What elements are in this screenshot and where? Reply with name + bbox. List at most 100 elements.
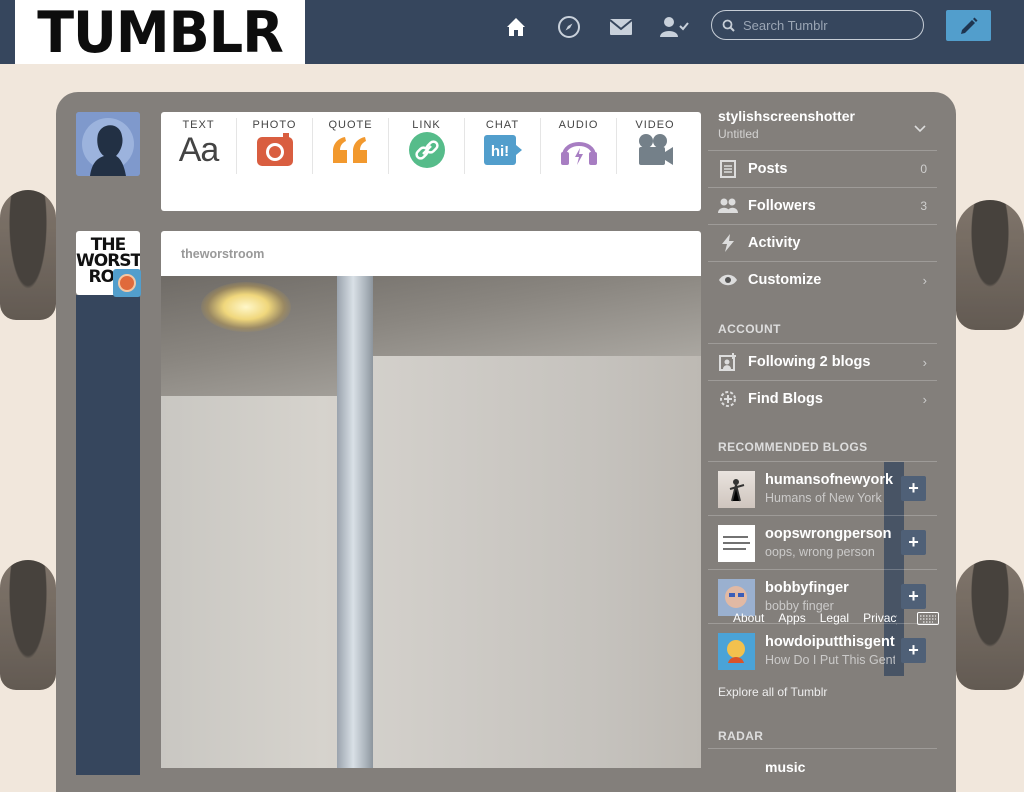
footer-link-privacy[interactable]: Privacy — [863, 611, 897, 625]
blog-name: oopswrongperson — [765, 526, 892, 542]
sidebar-item-label: Customize — [748, 272, 822, 288]
post-photo[interactable] — [161, 276, 701, 768]
camera-icon — [237, 132, 312, 168]
radar-heading: RADAR — [718, 729, 764, 743]
logo-text: TUMBLR — [37, 0, 284, 66]
blog-name: humansofnewyork — [765, 472, 894, 488]
post-type-quote[interactable]: QUOTE — [313, 118, 389, 174]
sidebar-item-followers[interactable]: Followers 3 — [708, 187, 937, 224]
lightning-icon — [708, 234, 748, 252]
sidebar-item-count: 3 — [920, 199, 927, 213]
post-type-label: QUOTE — [328, 119, 373, 131]
chevron-right-icon: › — [922, 272, 927, 288]
background-figure — [956, 200, 1024, 330]
pencil-icon — [960, 17, 977, 34]
sidebar-blog-name[interactable]: stylishscreenshotter — [718, 108, 855, 124]
chevron-down-icon[interactable] — [914, 120, 926, 138]
radar-item-label: music — [765, 759, 806, 775]
sidebar-item-label: Posts — [748, 161, 788, 177]
post-type-audio[interactable]: AUDIO — [541, 118, 617, 174]
blog-desc: oops, wrong person — [765, 545, 875, 559]
search-input[interactable] — [741, 16, 915, 34]
blog-thumbnail — [718, 633, 755, 670]
blog-name: howdoiputthisgently — [765, 634, 895, 650]
explore-link[interactable]: Explore all of Tumblr — [718, 685, 827, 699]
footer-link-apps[interactable]: Apps — [778, 611, 805, 625]
link-icon — [389, 132, 464, 168]
crosshair-icon — [708, 389, 748, 409]
post-type-text[interactable]: TEXT Aa — [161, 118, 237, 174]
account-icon[interactable] — [660, 14, 690, 40]
people-icon — [708, 198, 748, 214]
background-figure — [0, 190, 56, 320]
post-type-chat[interactable]: CHAT hi! — [465, 118, 541, 174]
post-type-link[interactable]: LINK — [389, 118, 465, 174]
search-field[interactable] — [711, 10, 924, 40]
sidebar-item-posts[interactable]: Posts 0 — [708, 150, 937, 187]
footer-link-about[interactable]: About — [733, 611, 764, 625]
add-person-icon — [708, 353, 748, 371]
reblog-badge-icon — [113, 269, 141, 297]
recommended-blog[interactable]: humansofnewyork Humans of New York + — [708, 461, 937, 515]
sidebar-item-label: Activity — [748, 235, 801, 251]
sidebar-item-following[interactable]: Following 2 blogs › — [708, 343, 937, 380]
post-type-label: LINK — [412, 119, 441, 131]
sidebar-blog-title: Untitled — [718, 127, 759, 141]
top-nav-bar: TUMBLR — [0, 0, 1024, 66]
follow-plus-icon[interactable]: + — [901, 584, 926, 609]
inbox-icon[interactable] — [608, 14, 634, 40]
radar-item[interactable]: music — [708, 748, 937, 775]
search-icon — [722, 19, 735, 32]
recommended-blog[interactable]: howdoiputthisgently How Do I Put This Ge… — [708, 623, 937, 677]
sidebar-item-find-blogs[interactable]: Find Blogs › — [708, 380, 937, 417]
explore-icon[interactable] — [556, 14, 582, 40]
sidebar-item-activity[interactable]: Activity — [708, 224, 937, 261]
chevron-right-icon: › — [922, 354, 927, 370]
chevron-right-icon: › — [922, 391, 927, 407]
post-header: theworstroom — [161, 231, 701, 276]
post-type-label: VIDEO — [635, 119, 675, 131]
text-icon: Aa — [178, 130, 220, 169]
chat-icon: hi! — [465, 132, 540, 168]
recommended-blog[interactable]: oopswrongperson oops, wrong person + — [708, 515, 937, 569]
follow-plus-icon[interactable]: + — [901, 638, 926, 663]
lamp-light — [201, 282, 291, 332]
post-type-video[interactable]: VIDEO — [617, 118, 693, 174]
headphones-icon — [541, 132, 616, 168]
background-figure — [0, 560, 56, 690]
quote-icon — [313, 132, 388, 168]
svg-text:hi!: hi! — [490, 143, 508, 160]
follow-plus-icon[interactable]: + — [901, 476, 926, 501]
blog-name: bobbyfinger — [765, 580, 849, 596]
blog-desc: Humans of New York — [765, 491, 882, 505]
post-composer: TEXT Aa PHOTO QUOTE LINK CHAT hi! AUDIO — [161, 112, 701, 211]
sidebar-item-label: Followers — [748, 198, 816, 214]
compose-button[interactable] — [946, 10, 991, 41]
post-type-label: CHAT — [485, 119, 520, 131]
background-figure — [956, 560, 1024, 690]
footer-link-legal[interactable]: Legal — [820, 611, 849, 625]
avatar-column — [76, 295, 140, 775]
user-avatar[interactable] — [76, 112, 140, 176]
sidebar-item-count: 0 — [920, 162, 927, 176]
post-type-label: PHOTO — [252, 119, 297, 131]
tumblr-logo[interactable]: TUMBLR — [15, 0, 305, 66]
blog-thumbnail — [718, 525, 755, 562]
footer-links: About Apps Legal Privacy — [733, 611, 897, 625]
keyboard-icon[interactable] — [917, 612, 939, 630]
post-blog-name[interactable]: theworstroom — [181, 247, 264, 261]
eye-icon — [708, 273, 748, 287]
sidebar-item-label: Following 2 blogs — [748, 354, 871, 370]
post-type-photo[interactable]: PHOTO — [237, 118, 313, 174]
follow-plus-icon[interactable]: + — [901, 530, 926, 555]
video-camera-icon — [617, 132, 693, 168]
account-heading: ACCOUNT — [718, 322, 781, 336]
sidebar-item-customize[interactable]: Customize › — [708, 261, 937, 298]
blog-desc: How Do I Put This Gently — [765, 653, 895, 667]
blog-thumbnail — [718, 471, 755, 508]
document-icon — [708, 160, 748, 178]
post-type-label: AUDIO — [558, 119, 599, 131]
sidebar-item-label: Find Blogs — [748, 391, 823, 407]
home-icon[interactable] — [503, 14, 529, 40]
recommended-heading: RECOMMENDED BLOGS — [718, 440, 868, 454]
